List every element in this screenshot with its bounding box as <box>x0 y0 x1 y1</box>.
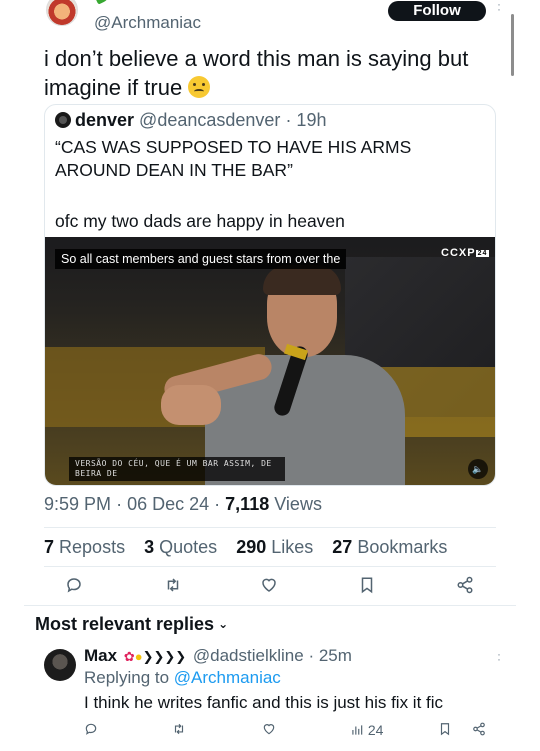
reply-author-name[interactable]: Max <box>84 646 117 665</box>
post-text: i don’t believe a word this man is sayin… <box>44 44 504 102</box>
bookmarks-count: 27 <box>332 537 353 557</box>
reply-reply-icon[interactable] <box>84 722 98 739</box>
quoted-author-handle[interactable]: @deancasdenver <box>139 110 280 130</box>
replies-sort-label: Most relevant replies <box>35 614 215 634</box>
scrollbar[interactable] <box>511 14 514 76</box>
post-meta: 9:59 PM · 06 Dec 24 · 7,118 Views <box>44 494 322 515</box>
post-text-content: i don’t believe a word this man is sayin… <box>44 46 469 100</box>
name-emojis-icon: ✿●❯❯❯❯ <box>123 649 187 664</box>
views-label: Views <box>274 494 322 514</box>
ccxp-logo-text: CCXP <box>441 247 476 259</box>
bookmarks-stat[interactable]: 27 Bookmarks <box>332 537 447 557</box>
reply-author-handle[interactable]: @dadstielkline <box>193 646 304 665</box>
share-icon[interactable] <box>453 572 477 600</box>
reply-header: Max ✿●❯❯❯❯ @dadstielkline · 25m <box>84 646 352 666</box>
video-caption: So all cast members and guest stars from… <box>55 249 347 269</box>
meta-separator: · <box>116 494 123 514</box>
reply-bookmark-icon[interactable] <box>438 722 452 739</box>
like-icon[interactable] <box>257 572 281 600</box>
volume-icon[interactable]: 🔈 <box>468 459 488 479</box>
likes-stat[interactable]: 290 Likes <box>236 537 313 557</box>
quoted-post[interactable]: denver @deancasdenver · 19h “CAS WAS SUP… <box>44 104 496 486</box>
reply-more-options-icon[interactable]: · · <box>497 648 503 665</box>
quoted-post-text: “CAS WAS SUPPOSED TO HAVE HIS ARMS AROUN… <box>55 137 412 180</box>
replying-to-prefix: Replying to <box>84 668 170 687</box>
reply-action-bar: 24 <box>84 722 494 742</box>
replying-to-link[interactable]: @Archmaniac <box>174 668 281 687</box>
divider <box>44 527 496 528</box>
ccxp-logo: CCXP 24 <box>441 247 490 259</box>
author-handle[interactable]: @Archmaniac <box>94 13 201 33</box>
engagement-stats: 7 Reposts 3 Quotes 290 Likes 27 Bookmark… <box>44 537 461 558</box>
reply-repost-icon[interactable] <box>172 722 186 739</box>
likes-label: Likes <box>271 537 314 557</box>
bookmarks-label: Bookmarks <box>357 537 448 557</box>
repost-icon[interactable] <box>161 572 185 600</box>
quoted-post-header: denver @deancasdenver · 19h <box>55 110 326 131</box>
reply-share-icon[interactable] <box>472 722 486 739</box>
quoted-post-time: · 19h <box>285 110 327 130</box>
ccxp-badge: 24 <box>475 250 490 257</box>
replying-to: Replying to @Archmaniac <box>84 668 281 688</box>
reply-author-avatar[interactable] <box>44 649 76 681</box>
meta-separator: · <box>214 494 221 514</box>
pleading-face-emoji-icon <box>188 76 211 98</box>
speaker-hair <box>263 265 341 295</box>
author-avatar[interactable] <box>46 0 78 26</box>
reply-like-icon[interactable] <box>262 722 276 739</box>
leaf-emoji-icon <box>94 0 112 5</box>
quotes-count: 3 <box>144 537 155 557</box>
quoted-author-avatar[interactable] <box>55 112 71 128</box>
views-count: 7,118 <box>225 494 270 514</box>
post-date: 06 Dec 24 <box>127 494 210 514</box>
likes-count: 290 <box>236 537 267 557</box>
reply-icon[interactable] <box>62 572 86 600</box>
post-header: @Archmaniac Follow · · <box>0 0 540 76</box>
divider <box>44 566 496 567</box>
post-time: 9:59 PM <box>44 494 112 514</box>
more-options-icon[interactable]: · · <box>497 0 503 15</box>
speaker-hand <box>161 385 221 425</box>
video-subtitle: VERSÃO DO CÉU, QUE É UM BAR ASSIM, DE BE… <box>69 457 285 481</box>
quoted-post-text-2: ofc my two dads are happy in heaven <box>55 211 345 231</box>
reply-text: I think he writes fanfic and this is jus… <box>84 693 444 712</box>
action-bar <box>44 572 496 600</box>
quoted-author-name[interactable]: denver <box>75 110 134 130</box>
reply-views[interactable]: 24 <box>350 722 383 738</box>
quotes-label: Quotes <box>159 537 218 557</box>
reposts-label: Reposts <box>59 537 126 557</box>
quotes-stat[interactable]: 3 Quotes <box>144 537 217 557</box>
follow-button[interactable]: Follow <box>388 1 486 21</box>
video-player[interactable]: So all cast members and guest stars from… <box>45 237 495 485</box>
chevron-down-icon: ⌄ <box>218 617 229 631</box>
reposts-count: 7 <box>44 537 55 557</box>
bookmark-icon[interactable] <box>355 572 379 600</box>
replies-sort-dropdown[interactable]: Most relevant replies ⌄ <box>35 614 228 635</box>
reply-time: · 25m <box>308 646 352 665</box>
reply-views-count: 24 <box>367 722 384 738</box>
divider <box>24 605 516 606</box>
reposts-stat[interactable]: 7 Reposts <box>44 537 125 557</box>
